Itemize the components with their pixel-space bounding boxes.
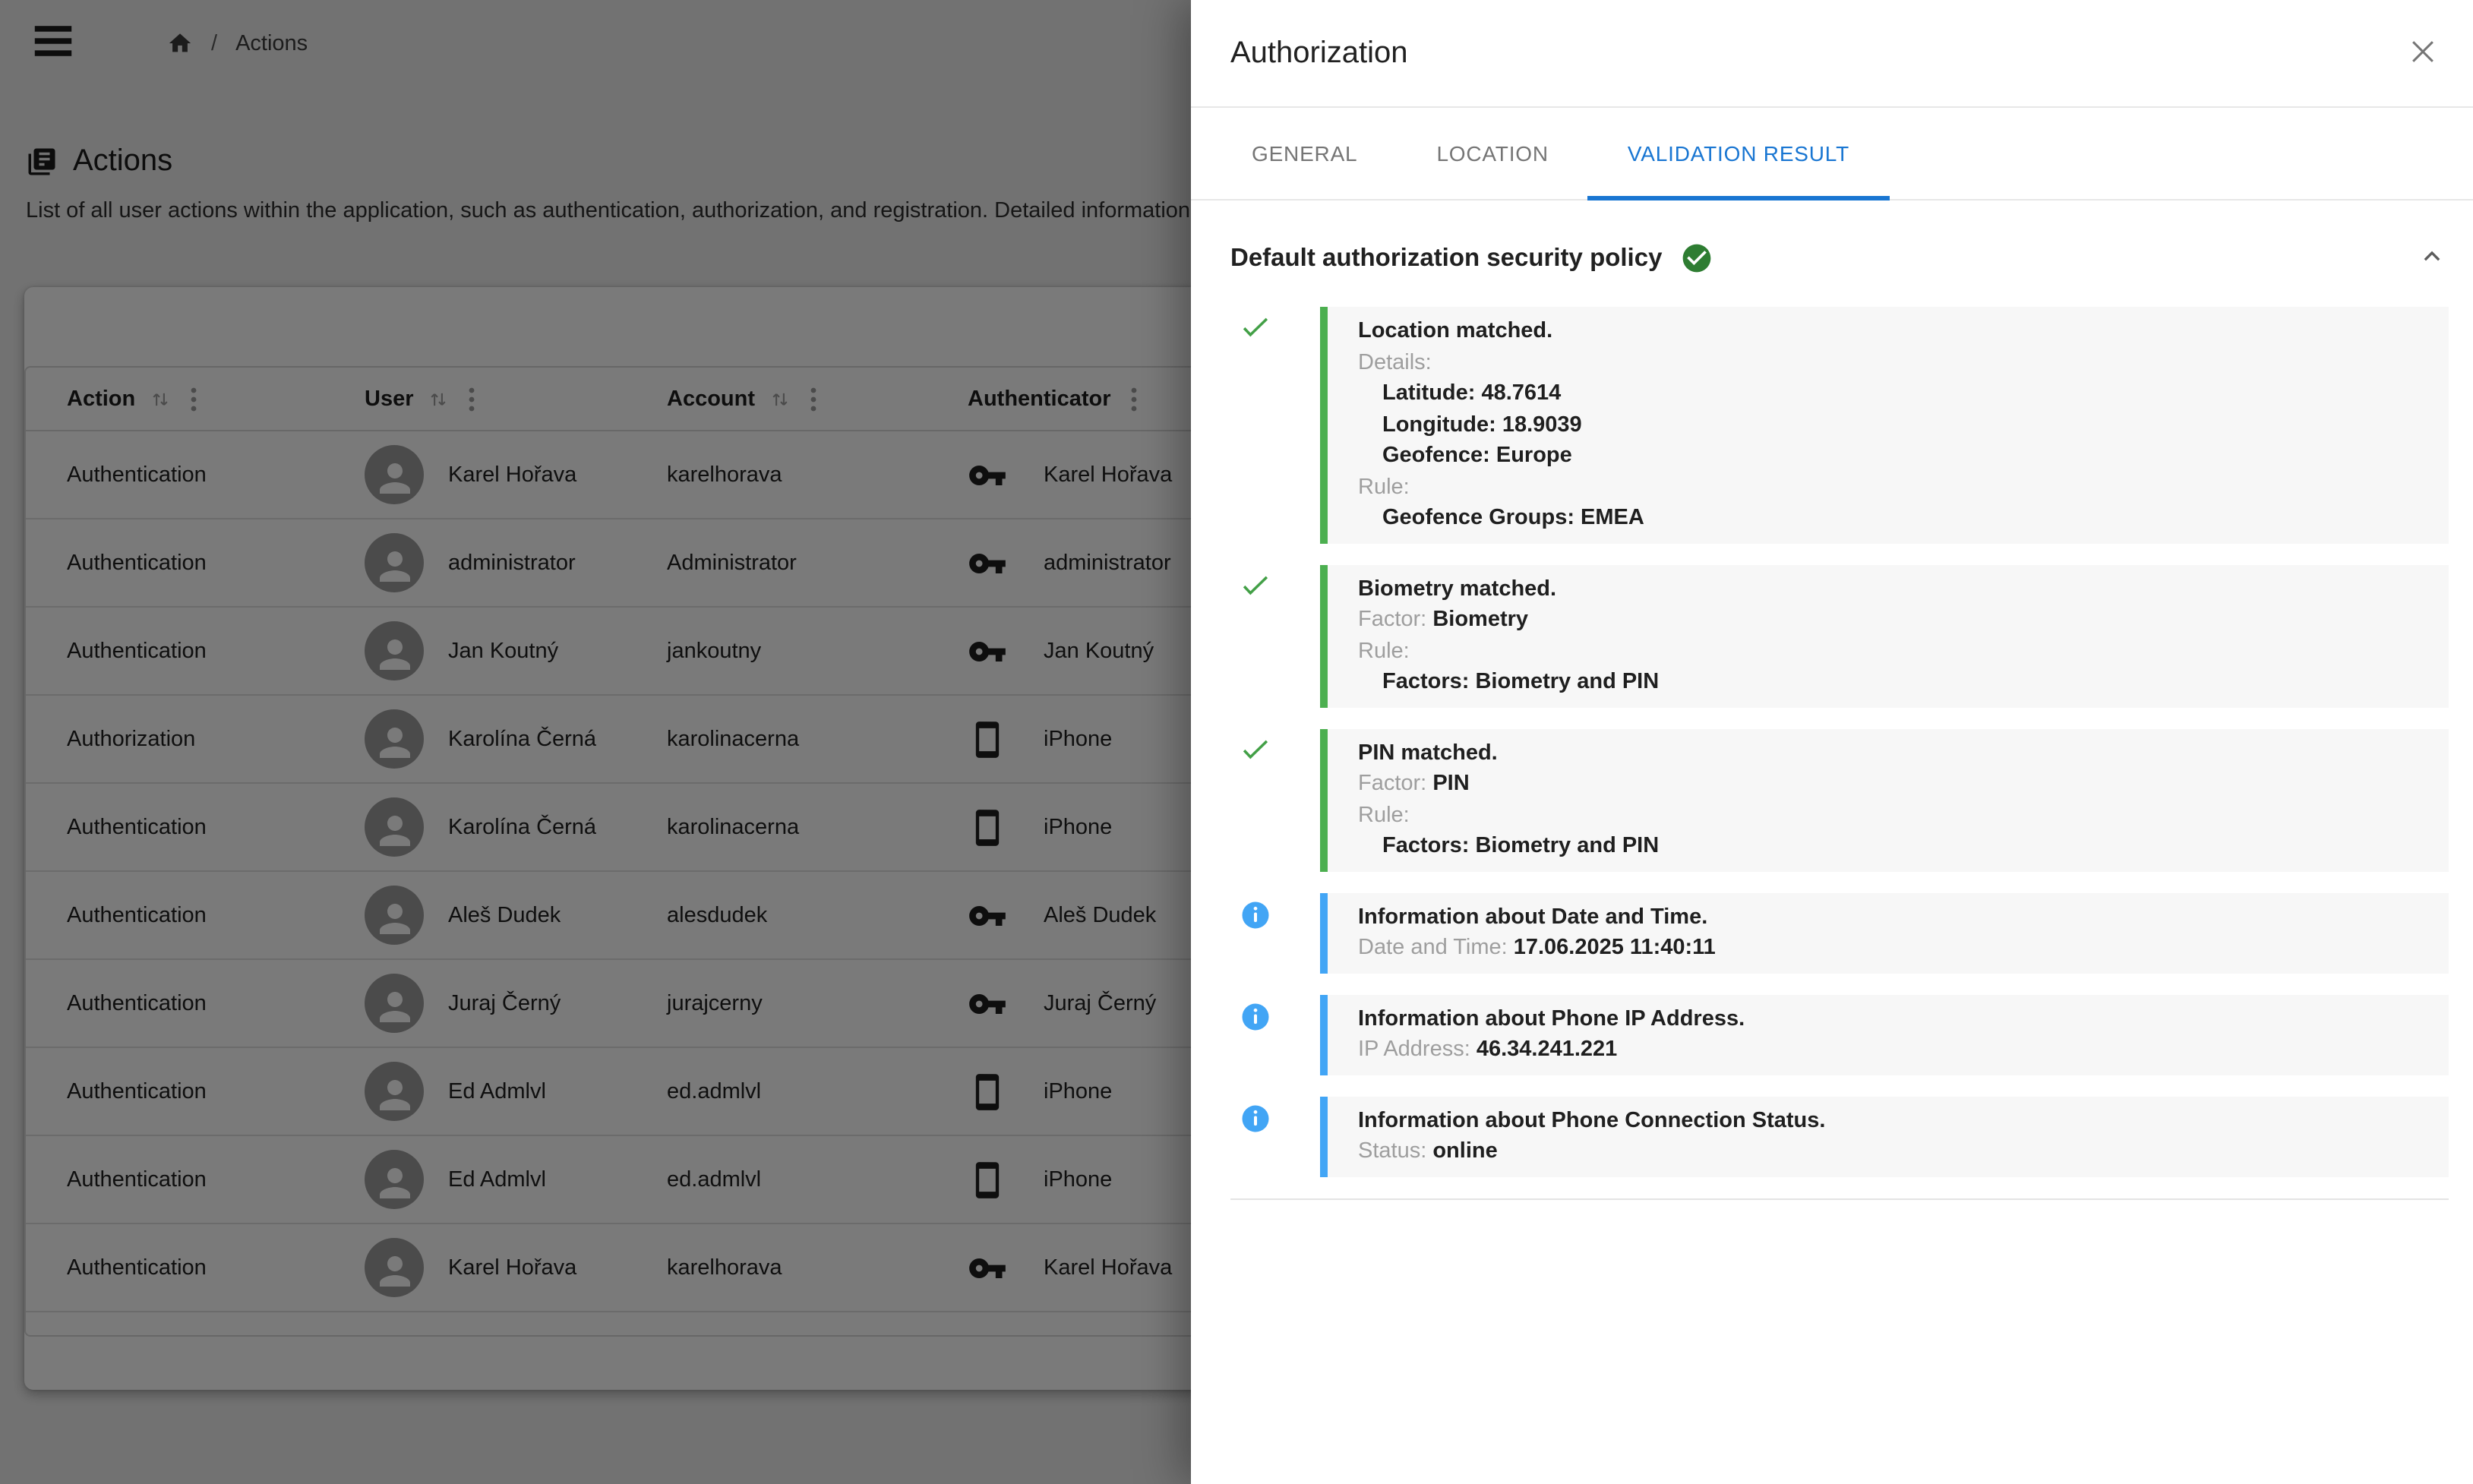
check-circle-icon [1680,242,1713,275]
result-line: Factor: PIN [1358,769,2424,800]
authorization-detail-panel: Authorization GENERALLOCATIONVALIDATION … [1191,0,2473,1484]
collapse-button[interactable] [2415,242,2449,275]
result-title: PIN matched. [1358,737,2424,769]
result-line: Date and Time: 17.06.2025 11:40:11 [1358,933,2424,964]
info-icon [1240,898,1271,930]
validation-result-item: Information about Phone Connection Statu… [1230,1096,2449,1176]
tab-general[interactable]: GENERAL [1212,108,1397,199]
result-card: Location matched.Details:Latitude: 48.76… [1320,307,2449,543]
tab-location[interactable]: LOCATION [1397,108,1587,199]
result-line: Rule: [1358,636,2424,667]
check-icon [1240,734,1271,766]
result-line: Geofence Groups: EMEA [1358,503,2424,534]
result-line: Rule: [1358,800,2424,831]
result-title: Information about Date and Time. [1358,901,2424,933]
validation-result-content: Default authorization security policy Lo… [1191,197,2473,1484]
chevron-up-icon [2417,242,2447,272]
validation-result-item: Information about Date and Time.Date and… [1230,892,2449,973]
result-line: Longitude: 18.9039 [1358,409,2424,440]
result-line: Status: online [1358,1136,2424,1167]
result-title: Information about Phone IP Address. [1358,1003,2424,1034]
validation-result-item: Location matched.Details:Latitude: 48.76… [1230,307,2449,543]
application-root: / Actions Actions List of all user actio… [0,0,2473,1484]
result-line: IP Address: 46.34.241.221 [1358,1034,2424,1066]
panel-tabs: GENERALLOCATIONVALIDATION RESULT [1191,108,2473,200]
close-button[interactable] [2403,33,2443,73]
result-title: Information about Phone Connection Statu… [1358,1105,2424,1136]
validation-results-list: Location matched.Details:Latitude: 48.76… [1230,307,2449,1176]
panel-title: Authorization [1230,36,1408,71]
tab-validation-result[interactable]: VALIDATION RESULT [1588,108,1889,199]
result-card: PIN matched.Factor: PINRule:Factors: Bio… [1320,728,2449,871]
check-icon [1240,313,1271,345]
policy-header[interactable]: Default authorization security policy [1230,228,2449,289]
validation-result-item: Biometry matched.Factor: BiometryRule:Fa… [1230,564,2449,707]
result-card: Biometry matched.Factor: BiometryRule:Fa… [1320,564,2449,707]
result-card: Information about Phone IP Address.IP Ad… [1320,994,2449,1075]
result-line: Details: [1358,347,2424,378]
result-card: Information about Phone Connection Statu… [1320,1096,2449,1176]
result-line: Latitude: 48.7614 [1358,378,2424,409]
content-divider [1230,1198,2449,1199]
info-icon [1240,1000,1271,1032]
validation-result-item: PIN matched.Factor: PINRule:Factors: Bio… [1230,728,2449,871]
result-line: Geofence: Europe [1358,440,2424,472]
panel-header: Authorization [1191,0,2473,108]
result-title: Location matched. [1358,316,2424,347]
validation-result-item: Information about Phone IP Address.IP Ad… [1230,994,2449,1075]
result-line: Factors: Biometry and PIN [1358,831,2424,862]
result-line: Factor: Biometry [1358,605,2424,636]
result-line: Factors: Biometry and PIN [1358,667,2424,698]
info-icon [1240,1102,1271,1134]
check-icon [1240,570,1271,602]
result-title: Biometry matched. [1358,573,2424,605]
policy-title: Default authorization security policy [1230,244,1662,273]
result-line: Rule: [1358,472,2424,503]
close-icon [2406,34,2440,68]
result-card: Information about Date and Time.Date and… [1320,892,2449,973]
